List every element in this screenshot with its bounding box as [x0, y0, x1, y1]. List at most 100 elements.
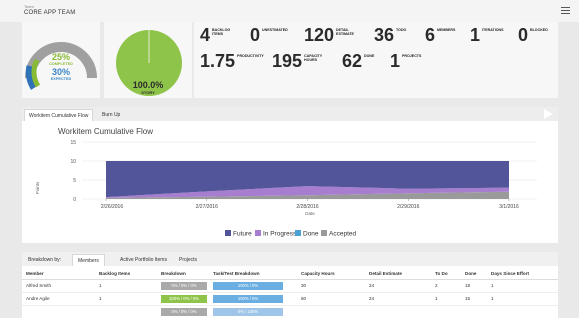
tab-active-portfolio-items[interactable]: Active Portfolio Items	[115, 254, 172, 266]
stat-todo: 36 TODO	[374, 26, 410, 44]
breakdown-tab-bar: Breakdown by: Members Active Portfolio I…	[22, 252, 558, 266]
stat-label: CAPACITY HOURS	[304, 54, 323, 63]
table-header-row: Member Backlog Items Breakdown Task/Test…	[22, 269, 558, 280]
stat-value: 1.75	[200, 51, 236, 71]
stat-productivity: 1.75 PRODUCTIVITY	[200, 52, 269, 70]
x-tick-label: 2/26/2016	[101, 204, 123, 210]
completed-percent: 25%	[51, 52, 70, 62]
legend-swatch	[295, 230, 301, 236]
stat-value: 0	[518, 25, 529, 45]
stat-detail-estimate: 120 DETAIL ESTIMATE	[304, 26, 360, 44]
breakdown-bar: 0% / 0% / 0%	[161, 281, 207, 290]
stat-label: MEMBERS	[437, 28, 456, 32]
done-value: 18	[461, 279, 487, 293]
x-tick-label: 3/1/2016	[499, 204, 519, 210]
backlog-count	[95, 305, 157, 318]
story-label: STORY	[141, 90, 155, 95]
stat-label: BLOCKED	[530, 28, 548, 32]
stat-label: PROJECTS	[402, 54, 422, 58]
y-axis-label: Points	[35, 181, 40, 194]
table-row[interactable]: 0% / 0% / 0% 0% / 100%	[22, 305, 558, 318]
capacity-hours: 30	[297, 279, 365, 293]
days-since-effort: 1	[487, 279, 558, 293]
column-header[interactable]: Days Since Effort	[487, 269, 558, 280]
stats-panel: 4 BACKLOG ITEMS 0 UNESTIMATED 120 DETAIL…	[194, 22, 558, 98]
y-tick-label: 0	[73, 197, 76, 203]
stat-value: 195	[272, 51, 303, 71]
stat-blocked: 0 BLOCKED	[518, 26, 550, 44]
completion-gauge-panel: 25% COMPLETED 30% EXPECTED	[22, 22, 100, 98]
member-name[interactable]: Andre Agile	[22, 292, 95, 306]
stat-label: TODO	[396, 28, 407, 32]
stat-value: 120	[304, 25, 335, 45]
task-cell: 100% / 0%	[209, 292, 297, 306]
column-header[interactable]: Capacity Hours	[297, 269, 365, 280]
stat-label: ITERATIONS	[482, 28, 504, 32]
member-name[interactable]	[22, 305, 95, 318]
stat-done: 62 DONE	[342, 52, 378, 70]
todo-value: 1	[431, 292, 461, 306]
stat-capacity-hours: 195 CAPACITY HOURS	[272, 52, 328, 70]
expected-percent: 30%	[51, 67, 70, 77]
breakdown-panel: Breakdown by: Members Active Portfolio I…	[22, 252, 558, 318]
stat-label: DONE	[364, 54, 375, 58]
column-header[interactable]: Backlog Items	[95, 269, 157, 280]
column-header[interactable]: Member	[22, 269, 95, 280]
member-name[interactable]: Alfred Smith	[22, 279, 95, 293]
x-tick-label: 2/29/2016	[397, 204, 419, 210]
detail-estimate: 24	[365, 279, 431, 293]
column-header[interactable]: Detail Estimate	[365, 269, 431, 280]
x-tick-label: 2/28/2016	[296, 204, 318, 210]
detail-estimate	[365, 305, 431, 318]
breakdown-bar: 100% / 0% / 0%	[161, 294, 207, 303]
stat-label: UNESTIMATED	[262, 28, 288, 32]
backlog-count: 1	[95, 292, 157, 306]
stat-label: PRODUCTIVITY	[237, 54, 264, 58]
legend-label[interactable]: In Progress	[263, 231, 297, 238]
done-value	[461, 305, 487, 318]
stat-value: 4	[200, 25, 211, 45]
legend-label[interactable]: Done	[303, 231, 319, 238]
team-small-label: Team	[24, 4, 34, 9]
stat-label: DETAIL ESTIMATE	[336, 28, 354, 37]
capacity-hours	[297, 305, 365, 318]
column-header[interactable]: Task/Test Breakdown	[209, 269, 297, 280]
table-row[interactable]: Andre Agile 1 100% / 0% / 0% 100% / 0% 6…	[22, 292, 558, 306]
breakdown-table: Member Backlog Items Breakdown Task/Test…	[22, 269, 558, 318]
legend-swatch	[225, 230, 231, 236]
stat-projects: 1 PROJECTS	[390, 52, 424, 70]
x-axis-label: Date	[305, 211, 315, 216]
legend-label[interactable]: Accepted	[329, 231, 356, 238]
stat-unestimated: 0 UNESTIMATED	[250, 26, 292, 44]
task-breakdown-bar: 0% / 100%	[213, 307, 283, 316]
stat-value: 6	[425, 25, 436, 45]
breakdown-cell: 0% / 0% / 0%	[157, 305, 209, 318]
y-tick-label: 5	[73, 178, 76, 184]
stat-label: BACKLOG ITEMS	[212, 28, 231, 37]
legend-swatch	[255, 230, 261, 236]
task-breakdown-bar: 100% / 0%	[213, 281, 283, 290]
legend-label[interactable]: Future	[233, 231, 252, 238]
hamburger-icon[interactable]	[561, 7, 570, 15]
legend-swatch	[321, 230, 327, 236]
todo-value: 2	[431, 279, 461, 293]
breakdown-label: Breakdown by:	[28, 257, 62, 263]
completed-label: COMPLETED	[49, 62, 73, 66]
stat-value: 0	[250, 25, 261, 45]
task-cell: 0% / 100%	[209, 305, 297, 318]
stat-backlog-items: 4 BACKLOG ITEMS	[200, 26, 236, 44]
table-row[interactable]: Alfred Smith 1 0% / 0% / 0% 100% / 0% 30…	[22, 279, 558, 293]
column-header[interactable]: Breakdown	[157, 269, 209, 280]
tab-members[interactable]: Members	[72, 254, 105, 266]
capacity-hours: 60	[297, 292, 365, 306]
x-tick-label: 2/27/2016	[196, 204, 218, 210]
task-cell: 100% / 0%	[209, 279, 297, 293]
tab-projects[interactable]: Projects	[174, 254, 202, 266]
story-percent: 100.0%	[132, 80, 164, 90]
detail-estimate: 24	[365, 292, 431, 306]
column-header[interactable]: Done	[461, 269, 487, 280]
column-header[interactable]: To Do	[431, 269, 461, 280]
days-since-effort	[487, 305, 558, 318]
team-header: Team CORE APP TEAM	[0, 0, 579, 22]
y-tick-label: 15	[70, 140, 76, 146]
